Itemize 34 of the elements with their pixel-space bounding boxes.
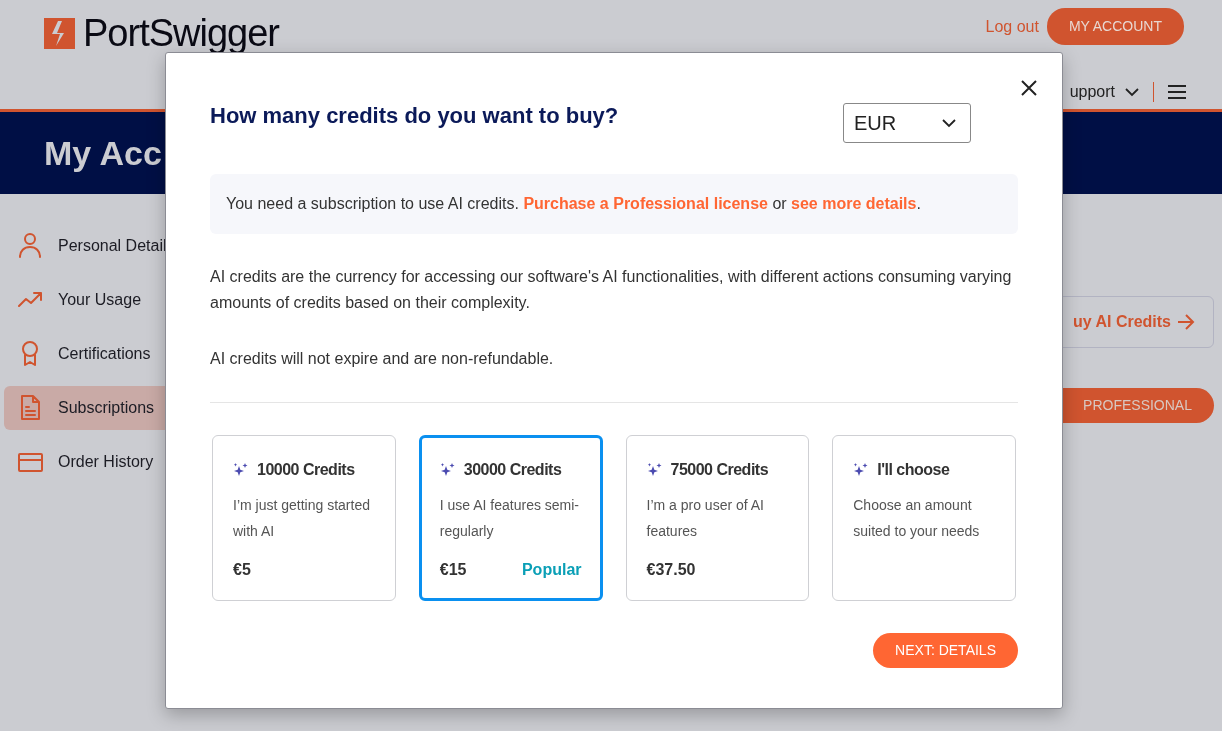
sparkle-icon	[439, 462, 456, 478]
sparkle-icon	[233, 462, 249, 478]
person-icon	[18, 232, 44, 260]
option-title: 75000 Credits	[670, 460, 769, 480]
description-text: AI credits are the currency for accessing our software's AI functionalities, with different actions consuming varying amounts of credits based on their complexity.	[210, 267, 1013, 313]
option-title: I'll choose	[877, 460, 950, 480]
logo-text: PortSwigger	[83, 14, 279, 52]
credit-option-card[interactable]: 30000 Credits I use AI features semi-regularly €15 Popular	[418, 435, 603, 601]
description-text: AI credits will not expire and are non-refundable.	[210, 349, 555, 369]
modal-title: How many credits do you want to buy?	[210, 103, 619, 130]
subscription-notice: You need a subscription to use AI credits. Purchase a Professional license or see more details.	[210, 174, 1018, 234]
option-title: 30000 Credits	[463, 460, 562, 480]
option-price: €15	[439, 560, 467, 580]
credit-option-card[interactable]: I'll choose Choose an amount suited to your needs	[832, 435, 1016, 601]
sparkle-icon	[646, 462, 663, 478]
popular-label: Popular	[521, 560, 582, 580]
option-price: €5	[233, 560, 251, 580]
option-title: 10000 Credits	[257, 460, 355, 480]
logo-icon	[44, 17, 75, 49]
option-description: Choose an amount suited to your needs	[853, 496, 981, 541]
nav-item[interactable]: upport	[1069, 80, 1115, 104]
currency-select[interactable]: EUR	[843, 103, 971, 143]
option-description: I’m a pro user of AI features	[646, 496, 765, 541]
option-price: €37.50	[646, 560, 696, 580]
option-description: I’m just getting started with AI	[233, 496, 371, 541]
credit-option-card[interactable]: 75000 Credits I’m a pro user of AI features €37.50	[625, 435, 810, 601]
option-description: I use AI features semi-regularly	[439, 496, 581, 541]
menu-icon[interactable]	[1168, 85, 1186, 99]
credit-option-card[interactable]: 10000 Credits I’m just getting started with AI €5	[212, 435, 396, 601]
page-title: My Acc	[44, 132, 162, 174]
chevron-down-icon	[942, 118, 956, 128]
chevron-down-icon	[1125, 87, 1139, 97]
arrow-right-icon	[1177, 314, 1195, 330]
sparkle-icon	[853, 462, 870, 478]
